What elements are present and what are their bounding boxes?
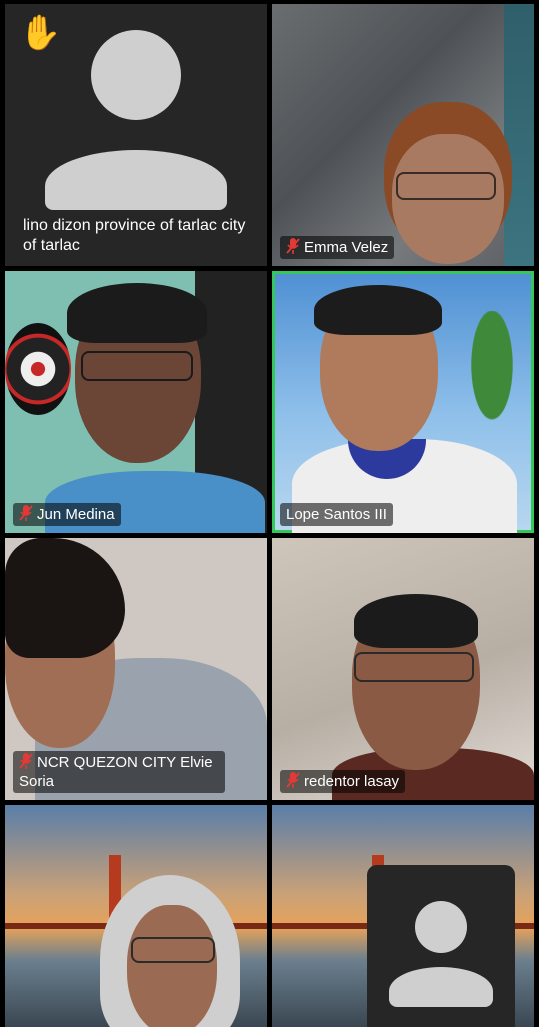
person-placeholder-card xyxy=(367,865,515,1027)
participant-tile-1[interactable]: ✋ lino dizon province of tarlac city of … xyxy=(5,4,267,266)
participant-tile-2[interactable]: Emma Velez xyxy=(272,4,534,266)
participant-name: Emma Velez xyxy=(304,239,389,256)
dartboard xyxy=(5,323,71,415)
participant-name: lino dizon province of tarlac city of ta… xyxy=(23,217,246,254)
participant-tile-6[interactable]: redentor lasay xyxy=(272,538,534,800)
participant-label: NCR QUEZON CITY Elvie Soria xyxy=(13,751,225,793)
participant-tile-4[interactable]: Lope Santos III xyxy=(272,271,534,533)
participant-label: Jun Medina xyxy=(13,503,121,526)
mic-muted-icon xyxy=(286,772,300,788)
participant-label: Emma Velez xyxy=(280,236,395,259)
participant-grid: ✋ lino dizon province of tarlac city of … xyxy=(0,0,539,1027)
mic-muted-icon xyxy=(19,505,33,521)
participant-tile-5[interactable]: NCR QUEZON CITY Elvie Soria xyxy=(5,538,267,800)
video-background xyxy=(504,4,534,266)
participant-name: redentor lasay xyxy=(304,773,400,790)
participant-label: Lope Santos III xyxy=(280,503,393,526)
mic-muted-icon xyxy=(19,753,33,769)
participant-tile-8[interactable] xyxy=(272,805,534,1027)
participant-name: NCR QUEZON CITY Elvie Soria xyxy=(19,754,213,790)
participant-tile-3[interactable]: Jun Medina xyxy=(5,271,267,533)
participant-name: Jun Medina xyxy=(37,506,115,523)
participant-name: Lope Santos III xyxy=(286,506,387,523)
participant-label: redentor lasay xyxy=(280,770,406,793)
raised-hand-icon: ✋ xyxy=(19,14,62,52)
mic-muted-icon xyxy=(286,238,300,254)
participant-tile-7[interactable] xyxy=(5,805,267,1027)
